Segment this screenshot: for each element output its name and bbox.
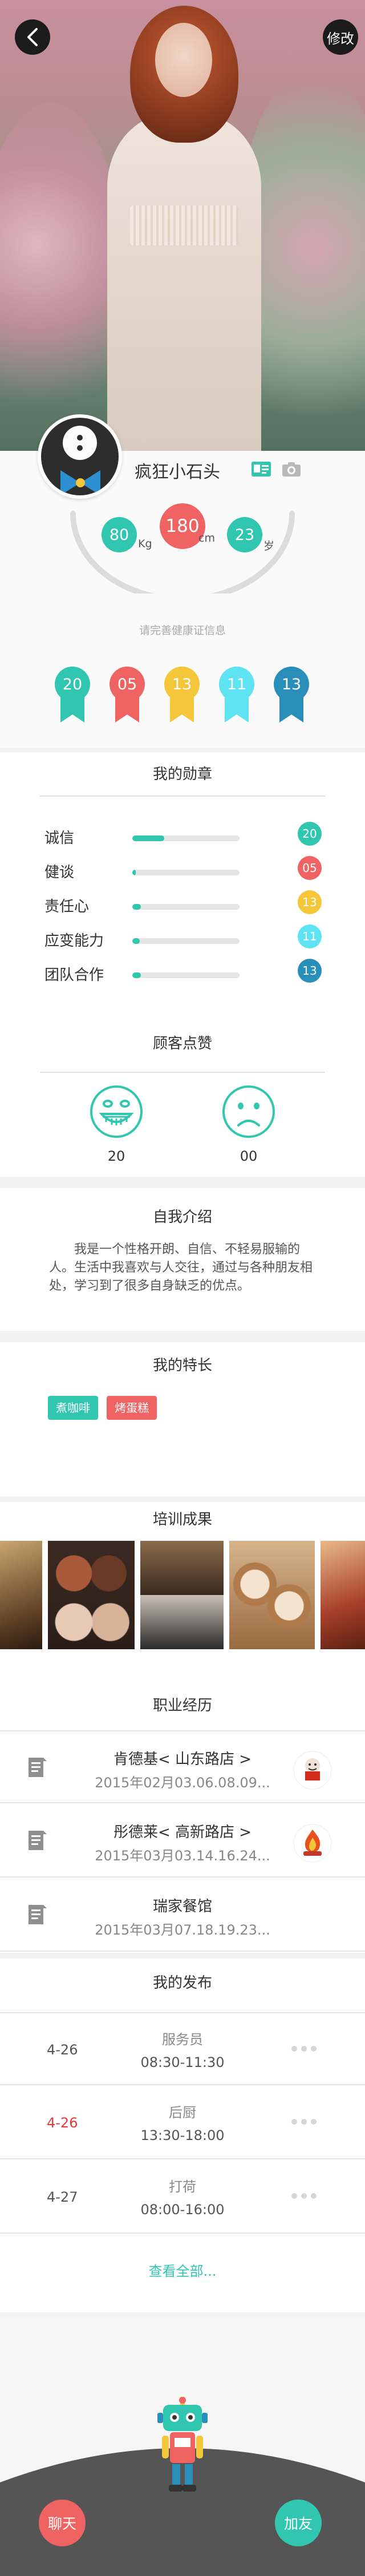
sad-like[interactable]: 00 <box>209 1084 289 1164</box>
more-icon[interactable] <box>290 2190 318 2202</box>
likes-title: 顾客点赞 <box>152 1035 212 1052</box>
posts-title: 我的发布 <box>152 1975 212 1992</box>
training-photo[interactable] <box>229 1541 315 1649</box>
chat-button[interactable]: 聊天 <box>39 2500 86 2546</box>
career-item[interactable]: 肯德基< 山东路店 > 2015年02月03.06.08.09... <box>0 1730 365 1803</box>
training-photo[interactable] <box>0 1541 42 1649</box>
happy-count: 20 <box>107 1148 125 1164</box>
skill-tags: 煮咖啡 烤蛋糕 <box>48 1396 163 1420</box>
career-item[interactable]: 瑞家餐馆 2015年03月07.18.19.23... <box>0 1879 365 1952</box>
more-icon[interactable] <box>290 2116 318 2127</box>
medal-count: 20 <box>298 822 322 846</box>
badge-talkative[interactable]: 05 <box>110 667 145 722</box>
training-photo[interactable] <box>140 1541 224 1649</box>
intro-title: 自我介绍 <box>152 1209 212 1226</box>
training-title: 培训成果 <box>152 1511 212 1528</box>
career-section: 职业经历 肯德基< 山东路店 > 2015年02月03.06.08.09... … <box>0 1685 365 1953</box>
medal-count: 13 <box>298 890 322 914</box>
medal-progress-fill <box>132 938 140 944</box>
age-value: 23 <box>227 517 262 552</box>
medal-row: 应变能力 11 <box>0 922 365 956</box>
sad-face-icon <box>222 1085 275 1138</box>
post-item[interactable]: 4-26 服务员 08:30-11:30 <box>0 2012 365 2085</box>
badge-row: 20 05 13 11 13 <box>0 667 365 729</box>
medal-progress-track <box>132 938 240 944</box>
cover-photo: 修改 <box>0 0 365 451</box>
divider <box>40 1072 325 1073</box>
badge-teamwork[interactable]: 13 <box>274 667 309 722</box>
add-friend-button[interactable]: 加友 <box>275 2500 322 2546</box>
skills-section: 我的特长 煮咖啡 烤蛋糕 <box>0 1342 365 1496</box>
back-button[interactable] <box>15 19 50 55</box>
view-all-link[interactable]: 查看全部... <box>0 2260 365 2280</box>
medal-progress-fill <box>132 904 141 910</box>
sad-count: 00 <box>240 1148 258 1164</box>
skill-tag[interactable]: 烤蛋糕 <box>107 1396 157 1420</box>
skill-tag[interactable]: 煮咖啡 <box>48 1396 98 1420</box>
post-item[interactable]: 4-26 后厨 13:30-18:00 <box>0 2086 365 2159</box>
likes-section: 顾客点赞 20 00 <box>0 988 365 1177</box>
height-unit: cm <box>198 532 215 544</box>
avatar-shirt <box>63 426 97 460</box>
skills-title: 我的特长 <box>152 1357 212 1374</box>
medal-count: 11 <box>298 924 322 948</box>
intro-section: 自我介绍 我是一个性格开朗、自信、不轻易服输的人。生活中我喜欢与人交往，通过与各… <box>0 1188 365 1331</box>
post-item[interactable]: 4-27 打荷 08:00-16:00 <box>0 2161 365 2234</box>
cover-figure-face <box>155 23 212 97</box>
medal-count: 05 <box>298 856 322 880</box>
medals-title: 我的勋章 <box>152 766 212 783</box>
medals-section: 我的勋章 诚信 20 健谈 05 责任心 13 应变能力 11 团队合作 13 <box>0 752 365 988</box>
age-unit: 岁 <box>263 540 275 552</box>
medal-progress-track <box>132 870 240 875</box>
badge-responsibility[interactable]: 13 <box>164 667 200 722</box>
training-photo[interactable] <box>48 1541 135 1649</box>
intro-text: 我是一个性格开朗、自信、不轻易服输的人。生活中我喜欢与人交往，通过与各种朋友相处… <box>49 1242 313 1293</box>
medal-progress-track <box>132 835 240 841</box>
medal-progress-track <box>132 972 240 978</box>
training-photo-strip[interactable] <box>0 1541 365 1649</box>
medal-progress-fill <box>132 870 136 875</box>
career-item[interactable]: 彤德莱< 高新路店 > 2015年03月03.14.16.24... <box>0 1804 365 1878</box>
career-title: 职业经历 <box>152 1697 212 1714</box>
kfc-logo-icon <box>293 1751 332 1790</box>
medal-progress-fill <box>132 835 165 841</box>
post-time: 08:30-11:30 <box>140 2054 225 2070</box>
medal-count: 13 <box>298 959 322 983</box>
post-time: 08:00-16:00 <box>140 2202 225 2218</box>
cover-figure-dress <box>107 114 261 451</box>
weight-value: 80 <box>102 517 137 552</box>
foliage-left <box>0 103 125 451</box>
camera-icon[interactable] <box>282 461 301 477</box>
cover-figure-belt <box>130 205 238 245</box>
medal-row: 诚信 20 <box>0 819 365 854</box>
hotpot-logo-icon <box>293 1824 332 1863</box>
divider <box>40 796 325 797</box>
medal-row: 健谈 05 <box>0 854 365 888</box>
id-card-icon[interactable] <box>251 461 271 477</box>
medal-progress-fill <box>132 972 141 978</box>
robot-mascot-icon <box>157 2397 208 2492</box>
chevron-left-icon <box>27 28 38 46</box>
badge-honesty[interactable]: 20 <box>55 667 90 722</box>
health-cert-tip[interactable]: 请完善健康证信息 <box>0 622 365 637</box>
post-time: 13:30-18:00 <box>140 2127 225 2143</box>
medal-row: 责任心 13 <box>0 888 365 922</box>
more-icon[interactable] <box>290 2043 318 2054</box>
training-photo[interactable] <box>321 1541 365 1649</box>
posts-section: 我的发布 4-26 服务员 08:30-11:30 4-26 后厨 13:30-… <box>0 1959 365 2312</box>
edit-button[interactable]: 修改 <box>323 19 358 55</box>
happy-like[interactable]: 20 <box>76 1084 156 1164</box>
medal-progress-track <box>132 904 240 910</box>
medal-row: 团队合作 13 <box>0 956 365 991</box>
profile-card: 疯狂小石头 80 Kg 180 cm 23 岁 请完善健康证信息 20 05 1… <box>0 414 365 748</box>
badge-adaptability[interactable]: 11 <box>219 667 254 722</box>
weight-unit: Kg <box>138 538 152 550</box>
happy-face-icon <box>90 1085 143 1138</box>
